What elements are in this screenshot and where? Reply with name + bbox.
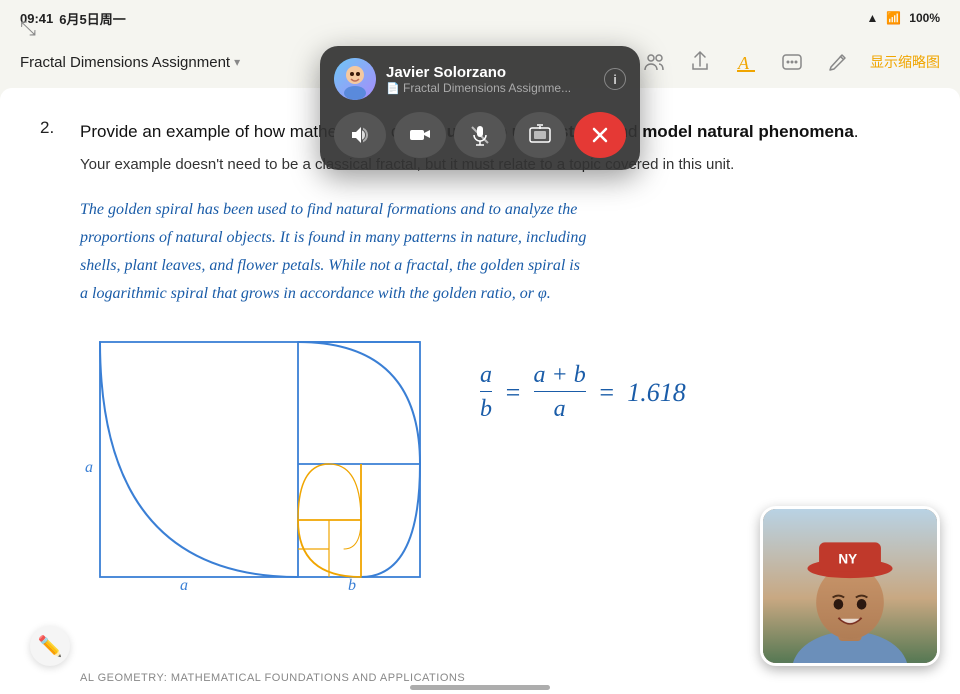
math-formula: a b = a + b a = 1.618 xyxy=(480,362,686,423)
facetime-header: Javier Solorzano 📄 Fractal Dimensions As… xyxy=(334,58,626,100)
fraction-a-plus-b: a + b a xyxy=(534,362,586,423)
facetime-overlay: Javier Solorzano 📄 Fractal Dimensions As… xyxy=(320,46,640,170)
chevron-down-icon: ▾ xyxy=(234,55,240,69)
battery-label: 100% xyxy=(909,11,940,25)
caller-info: Javier Solorzano 📄 Fractal Dimensions As… xyxy=(386,64,594,95)
golden-spiral-diagram: a a b xyxy=(80,332,440,592)
toolbar-right: A 显示缩略图 xyxy=(640,48,940,76)
signal-icon: ▲ xyxy=(866,11,878,25)
wifi-icon: 📶 xyxy=(886,11,901,25)
question-number: 2. xyxy=(40,118,54,138)
pencil-tool-button[interactable]: ✏️ xyxy=(30,626,70,666)
speaker-button[interactable] xyxy=(334,112,386,158)
toolbar-left: Fractal Dimensions Assignment ▾ xyxy=(20,54,240,71)
caller-doc: 📄 Fractal Dimensions Assignme... xyxy=(386,81,594,95)
edit-icon[interactable] xyxy=(824,48,852,76)
comment-icon[interactable] xyxy=(778,48,806,76)
home-indicator xyxy=(410,685,550,690)
self-cam-video[interactable]: NY xyxy=(760,506,940,666)
svg-text:b: b xyxy=(348,577,356,592)
fraction-a-b: a b xyxy=(480,362,492,423)
caller-name: Javier Solorzano xyxy=(386,64,594,81)
share-icon[interactable] xyxy=(686,48,714,76)
facetime-controls xyxy=(334,112,626,158)
screen-share-button[interactable] xyxy=(514,112,566,158)
caller-avatar xyxy=(334,58,376,100)
svg-text:a: a xyxy=(180,577,188,592)
show-zoom-button[interactable]: 显示缩略图 xyxy=(870,52,940,72)
svg-text:NY: NY xyxy=(838,552,857,567)
markup-icon[interactable]: A xyxy=(732,48,760,76)
mute-button[interactable] xyxy=(454,112,506,158)
end-call-button[interactable] xyxy=(574,112,626,158)
contacts-icon[interactable] xyxy=(640,48,668,76)
status-date: 6月5日周一 xyxy=(59,9,125,28)
bottom-label: AL GEOMETRY: MATHEMATICAL FOUNDATIONS AN… xyxy=(80,672,465,684)
svg-text:a: a xyxy=(85,459,93,476)
handwritten-answer: The golden spiral has been used to find … xyxy=(80,196,900,308)
doc-title[interactable]: Fractal Dimensions Assignment ▾ xyxy=(20,54,240,71)
camera-feed: NY xyxy=(763,509,937,663)
camera-button[interactable] xyxy=(394,112,446,158)
status-bar: 09:41 6月5日周一 ▲ 📶 100% xyxy=(0,0,960,36)
facetime-info-button[interactable]: i xyxy=(604,68,626,90)
